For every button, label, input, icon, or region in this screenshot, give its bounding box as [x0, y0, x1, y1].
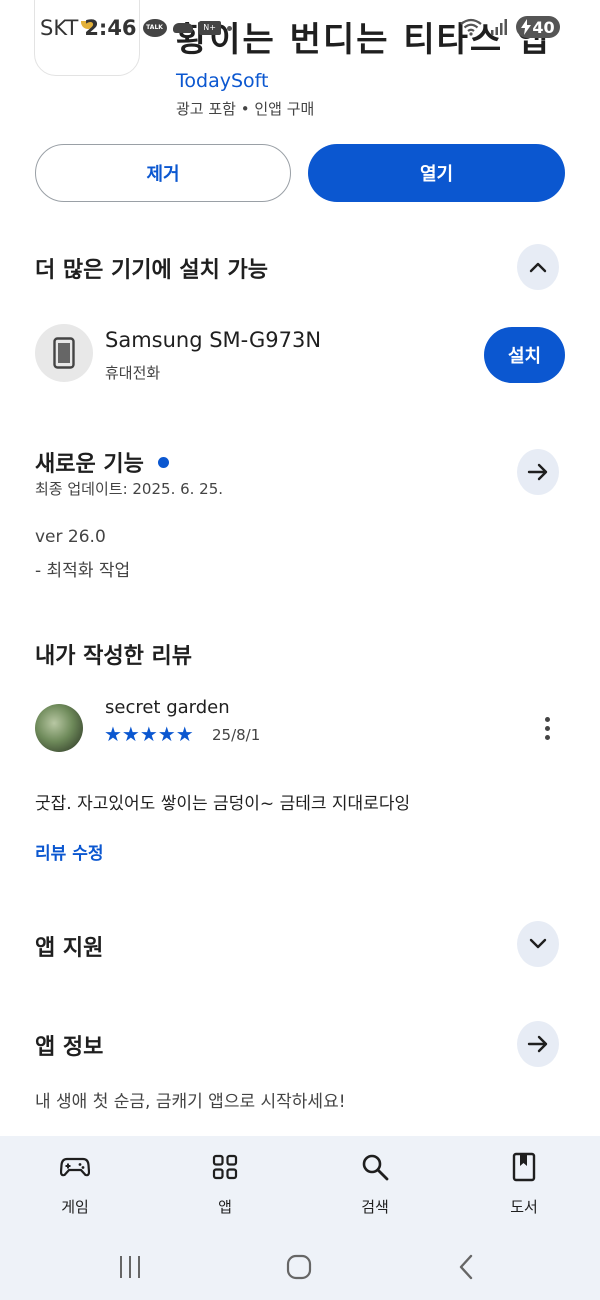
developer-link[interactable]: TodaySoft	[176, 70, 268, 92]
status-left: SKT 2:46 TALK N+	[40, 16, 232, 40]
signal-icon	[491, 19, 507, 35]
device-icon-container	[35, 324, 93, 382]
app-info-arrow-button[interactable]	[517, 1021, 559, 1067]
review-date: 25/8/1	[212, 726, 261, 744]
collapse-devices-button[interactable]	[517, 244, 559, 290]
app-description: 내 생애 첫 순금, 금캐기 앱으로 시작하세요!	[35, 1092, 346, 1112]
app-support-title: 앱 지원	[35, 936, 104, 961]
avatar	[35, 704, 83, 752]
release-note-line: - 최적화 작업	[35, 561, 131, 581]
dot-icon	[226, 25, 232, 31]
arrow-right-icon	[527, 1035, 548, 1053]
nav-games[interactable]: 게임	[35, 1150, 115, 1217]
edit-review-link[interactable]: 리뷰 수정	[35, 839, 103, 864]
whats-new-title-row: 새로운 기능	[35, 446, 169, 478]
arrow-right-icon	[527, 463, 548, 481]
nav-apps-label: 앱	[218, 1198, 232, 1216]
last-updated: 최종 업데이트: 2025. 6. 25.	[35, 480, 224, 498]
battery-level: 40	[532, 17, 555, 37]
whats-new-title: 새로운 기능	[35, 452, 144, 477]
chevron-up-icon	[529, 262, 547, 273]
my-review-title: 내가 작성한 리뷰	[35, 644, 192, 669]
release-note-line: ver 26.0	[35, 527, 106, 547]
app-meta: 광고 포함 • 인앱 구매	[176, 100, 315, 118]
recents-icon[interactable]	[116, 1254, 144, 1280]
status-bar: SKT 2:46 TALK N+ 40	[0, 0, 600, 56]
card-icon: N+	[198, 21, 221, 35]
star-rating: ★★★★★	[104, 722, 194, 746]
search-icon	[362, 1154, 389, 1181]
app-info-title: 앱 정보	[35, 1035, 104, 1060]
nav-games-label: 게임	[61, 1198, 89, 1216]
nav-books[interactable]: 도서	[484, 1150, 564, 1217]
battery-charging-icon	[521, 19, 532, 35]
whats-new-arrow-button[interactable]	[517, 449, 559, 495]
nav-search-label: 검색	[361, 1198, 389, 1216]
install-button[interactable]: 설치	[484, 327, 565, 383]
new-indicator-dot	[157, 456, 169, 468]
devices-section-title: 더 많은 기기에 설치 가능	[35, 258, 269, 283]
more-options-icon[interactable]	[534, 712, 560, 744]
kakaotalk-icon: TALK	[142, 19, 167, 37]
chevron-down-icon	[529, 938, 547, 949]
cloud-icon	[172, 23, 193, 33]
nav-apps[interactable]: 앱	[185, 1150, 265, 1217]
expand-support-button[interactable]	[517, 921, 559, 967]
book-icon	[512, 1152, 536, 1182]
remove-button[interactable]: 제거	[35, 144, 291, 202]
review-text: 굿잡. 자고있어도 쌓이는 금덩이~ 금테크 지대로다잉	[35, 794, 411, 814]
nav-search[interactable]: 검색	[335, 1150, 415, 1217]
wifi-icon	[460, 18, 482, 36]
phone-icon	[53, 337, 75, 369]
battery-indicator: 40	[516, 16, 560, 38]
device-name: Samsung SM-G973N	[105, 328, 322, 352]
carrier-label: SKT	[40, 16, 79, 40]
status-right: 40	[460, 16, 560, 38]
apps-grid-icon	[212, 1154, 238, 1180]
gamepad-icon	[60, 1157, 90, 1177]
open-button[interactable]: 열기	[308, 144, 565, 202]
reviewer-name: secret garden	[105, 697, 230, 718]
nav-books-label: 도서	[510, 1198, 538, 1216]
back-icon[interactable]	[456, 1253, 476, 1281]
status-clock: 2:46	[84, 16, 137, 40]
system-navigation-bar	[0, 1240, 600, 1300]
device-type: 휴대전화	[105, 364, 161, 382]
home-icon[interactable]	[285, 1253, 313, 1281]
